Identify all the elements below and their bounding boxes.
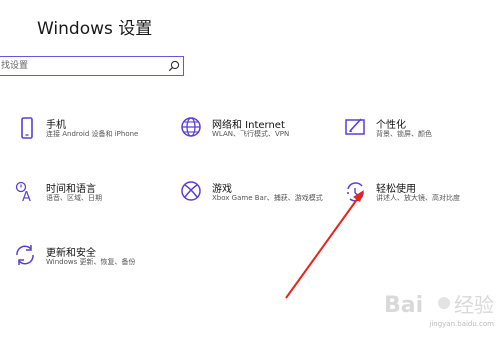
tile-description: 背景、锁屏、颜色 bbox=[376, 130, 432, 138]
settings-window: Windows 设置 手机 连接 Android 设备和 iPhone 网络和 … bbox=[0, 0, 500, 340]
tile-description: 语音、区域、日期 bbox=[46, 194, 102, 202]
time-language-icon: A bbox=[15, 181, 31, 205]
tile-personalization[interactable]: 个性化 背景、锁屏、颜色 bbox=[344, 116, 494, 160]
tile-description: 讲述人、放大镜、高对比度 bbox=[376, 194, 460, 202]
tile-update-security[interactable]: 更新和安全 Windows 更新、恢复、备份 bbox=[14, 244, 164, 288]
globe-icon bbox=[181, 117, 201, 137]
tile-description: WLAN、飞行模式、VPN bbox=[212, 130, 290, 138]
ease-of-access-icon bbox=[347, 182, 364, 202]
tile-description: Windows 更新、恢复、备份 bbox=[46, 258, 136, 266]
tile-description: Xbox Game Bar、捕获、游戏模式 bbox=[212, 194, 323, 202]
update-icon bbox=[16, 245, 34, 265]
phone-icon bbox=[21, 117, 33, 139]
personalization-icon bbox=[345, 118, 365, 135]
tile-ease-of-access[interactable]: 轻松使用 讲述人、放大镜、高对比度 bbox=[344, 180, 494, 224]
tile-time-language[interactable]: A 时间和语言 语音、区域、日期 bbox=[14, 180, 164, 224]
page-title: Windows 设置 bbox=[37, 19, 153, 39]
svg-text:A: A bbox=[22, 190, 31, 205]
xbox-icon bbox=[181, 181, 201, 201]
watermark-text: jingyan.baidu.com bbox=[429, 320, 494, 328]
tile-gaming[interactable]: 游戏 Xbox Game Bar、捕获、游戏模式 bbox=[180, 180, 330, 224]
search-box[interactable] bbox=[0, 56, 184, 76]
tile-description: 连接 Android 设备和 iPhone bbox=[46, 130, 139, 138]
tile-network[interactable]: 网络和 Internet WLAN、飞行模式、VPN bbox=[180, 116, 330, 160]
baidu-logo-icon: Bai 经验 bbox=[384, 293, 494, 318]
watermark: Bai 经验 jingyan.baidu.com bbox=[380, 286, 500, 336]
svg-text:Bai: Bai bbox=[384, 293, 423, 318]
search-input[interactable] bbox=[1, 59, 161, 73]
search-icon[interactable] bbox=[168, 60, 180, 72]
svg-text:经验: 经验 bbox=[454, 293, 494, 317]
tile-phone[interactable]: 手机 连接 Android 设备和 iPhone bbox=[14, 116, 164, 160]
